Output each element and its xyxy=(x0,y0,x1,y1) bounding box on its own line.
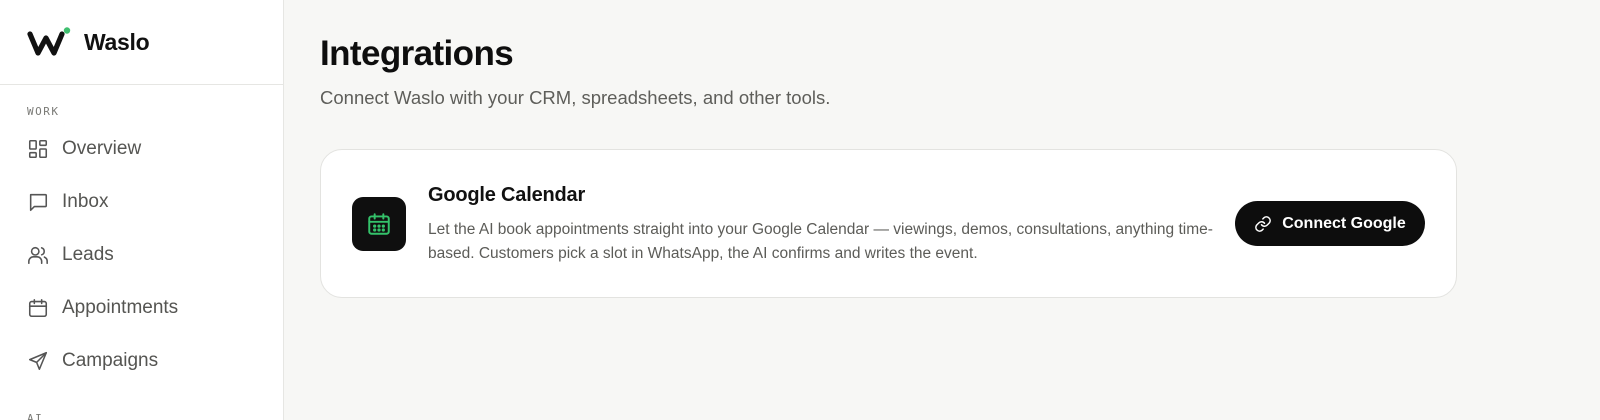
main-content: Integrations Connect Waslo with your CRM… xyxy=(284,0,1600,420)
sidebar-item-label: Leads xyxy=(62,243,114,265)
sidebar-item-label: Appointments xyxy=(62,296,179,318)
page-title: Integrations xyxy=(320,34,514,73)
sidebar-item-label: Overview xyxy=(62,137,142,159)
integration-card-google-calendar: Google Calendar Let the AI book appointm… xyxy=(320,149,1457,298)
sidebar-item-label: Campaigns xyxy=(62,349,159,371)
connect-google-label: Connect Google xyxy=(1282,214,1406,232)
calendar-icon xyxy=(26,296,50,320)
integration-title: Google Calendar xyxy=(428,184,586,206)
sidebar-item-overview[interactable]: Overview xyxy=(0,122,283,175)
send-icon xyxy=(26,349,50,373)
link-icon xyxy=(1255,215,1272,232)
sidebar-item-inbox[interactable]: Inbox xyxy=(0,175,283,228)
brand-name: Waslo xyxy=(84,28,150,55)
section-label-ai: AI xyxy=(27,412,44,420)
section-label-work: WORK xyxy=(27,105,60,118)
sidebar: Waslo WORK Overview Inbox Leads Appointm… xyxy=(0,0,284,420)
brand[interactable]: Waslo xyxy=(0,0,283,85)
calendar-icon xyxy=(352,197,406,251)
integration-description: Let the AI book appointments straight in… xyxy=(428,221,1213,262)
waslo-logo-icon xyxy=(27,27,71,56)
chat-bubble-icon xyxy=(26,190,50,214)
sidebar-item-campaigns[interactable]: Campaigns xyxy=(0,334,283,387)
users-icon xyxy=(26,243,50,267)
connect-google-button[interactable]: Connect Google xyxy=(1235,201,1425,246)
sidebar-item-leads[interactable]: Leads xyxy=(0,228,283,281)
grid-icon xyxy=(26,137,50,161)
page-subtitle: Connect Waslo with your CRM, spreadsheet… xyxy=(320,87,831,108)
sidebar-item-appointments[interactable]: Appointments xyxy=(0,281,283,334)
sidebar-item-label: Inbox xyxy=(62,190,109,212)
